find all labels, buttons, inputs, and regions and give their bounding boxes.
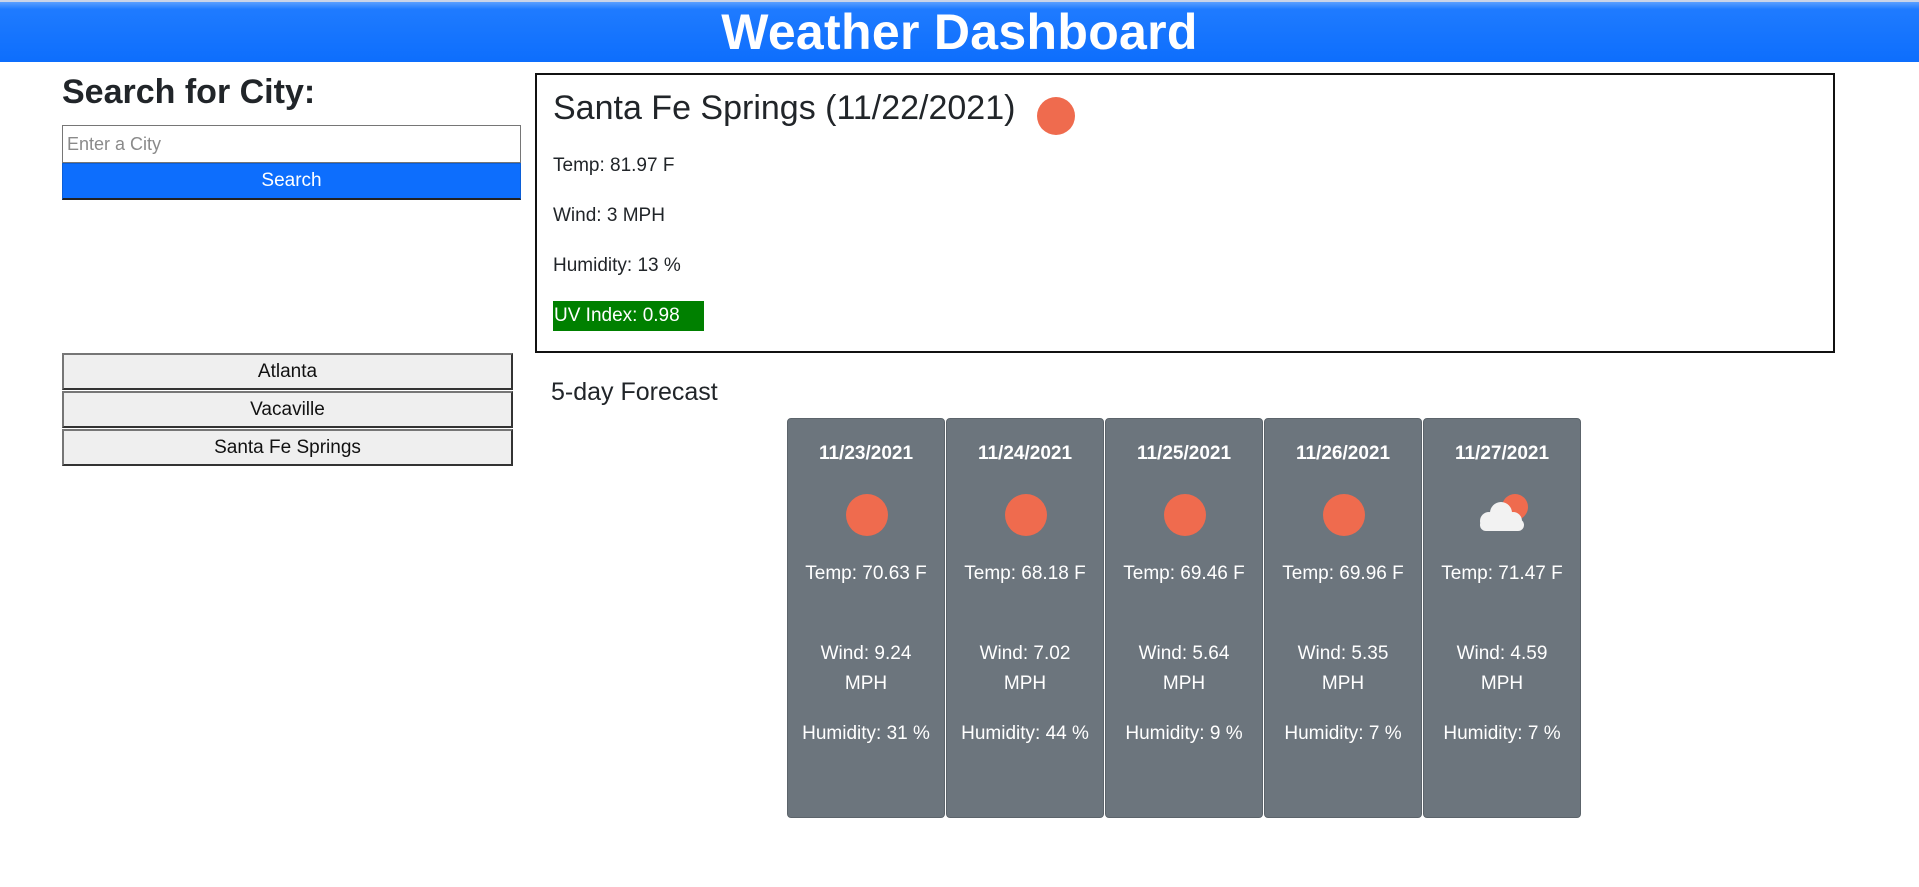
forecast-temp: Temp: 68.18 F (964, 563, 1086, 584)
current-weather-card: Santa Fe Springs (11/22/2021) Temp: 81.9… (535, 73, 1835, 353)
history-button-santa-fe-springs[interactable]: Santa Fe Springs (62, 429, 513, 466)
forecast-card: 11/25/2021 Temp: 69.46 F Wind: 5.64 MPH … (1105, 418, 1263, 818)
city-search-input[interactable] (62, 125, 521, 163)
forecast-date: 11/24/2021 (977, 443, 1073, 464)
forecast-temp: Temp: 69.96 F (1282, 563, 1404, 584)
forecast-temp: Temp: 70.63 F (805, 563, 927, 584)
forecast-humidity: Humidity: 44 % (961, 723, 1089, 744)
search-heading: Search for City: (62, 73, 316, 111)
header-bar: Weather Dashboard (0, 0, 1919, 62)
forecast-date: 11/26/2021 (1295, 443, 1391, 464)
history-button-vacaville[interactable]: Vacaville (62, 391, 513, 428)
uv-index-badge: UV Index: 0.98 (553, 301, 704, 331)
forecast-wind: Wind: 5.64 MPH (1138, 643, 1230, 694)
search-history-list: Atlanta Vacaville Santa Fe Springs (62, 353, 513, 467)
sun-icon (1323, 494, 1365, 536)
history-button-atlanta[interactable]: Atlanta (62, 353, 513, 390)
forecast-card: 11/23/2021 Temp: 70.63 F Wind: 9.24 MPH … (787, 418, 945, 818)
search-button[interactable]: Search (62, 163, 521, 200)
forecast-card: 11/27/2021 Temp: 71.47 F Wind: 4.59 MPH … (1423, 418, 1581, 818)
forecast-humidity: Humidity: 31 % (802, 723, 930, 744)
forecast-temp: Temp: 69.46 F (1123, 563, 1245, 584)
forecast-temp: Temp: 71.47 F (1441, 563, 1563, 584)
forecast-wind: Wind: 5.35 MPH (1297, 643, 1389, 694)
forecast-wind: Wind: 7.02 MPH (979, 643, 1071, 694)
cloud-sun-icon (1480, 494, 1528, 531)
forecast-humidity: Humidity: 7 % (1284, 723, 1402, 744)
forecast-card: 11/26/2021 Temp: 69.96 F Wind: 5.35 MPH … (1264, 418, 1422, 818)
forecast-humidity: Humidity: 7 % (1443, 723, 1561, 744)
forecast-humidity: Humidity: 9 % (1125, 723, 1243, 744)
forecast-card: 11/24/2021 Temp: 68.18 F Wind: 7.02 MPH … (946, 418, 1104, 818)
weather-dashboard-page: Weather Dashboard Search for City: Searc… (0, 0, 1919, 887)
forecast-date: 11/25/2021 (1136, 443, 1232, 464)
forecast-date: 11/23/2021 (818, 443, 914, 464)
sun-icon (1037, 97, 1075, 135)
forecast-cards: 11/23/2021 Temp: 70.63 F Wind: 9.24 MPH … (787, 418, 1582, 818)
forecast-date: 11/27/2021 (1454, 443, 1550, 464)
current-wind: Wind: 3 MPH (553, 205, 665, 226)
forecast-heading: 5-day Forecast (551, 378, 718, 406)
forecast-wind: Wind: 9.24 MPH (820, 643, 912, 694)
forecast-wind: Wind: 4.59 MPH (1456, 643, 1548, 694)
sun-icon (1005, 494, 1047, 536)
sun-icon (846, 494, 888, 536)
current-temp: Temp: 81.97 F (553, 155, 675, 176)
current-city-title: Santa Fe Springs (11/22/2021) (553, 89, 1016, 127)
current-humidity: Humidity: 13 % (553, 255, 681, 276)
sun-icon (1164, 494, 1206, 536)
page-title: Weather Dashboard (721, 4, 1198, 60)
